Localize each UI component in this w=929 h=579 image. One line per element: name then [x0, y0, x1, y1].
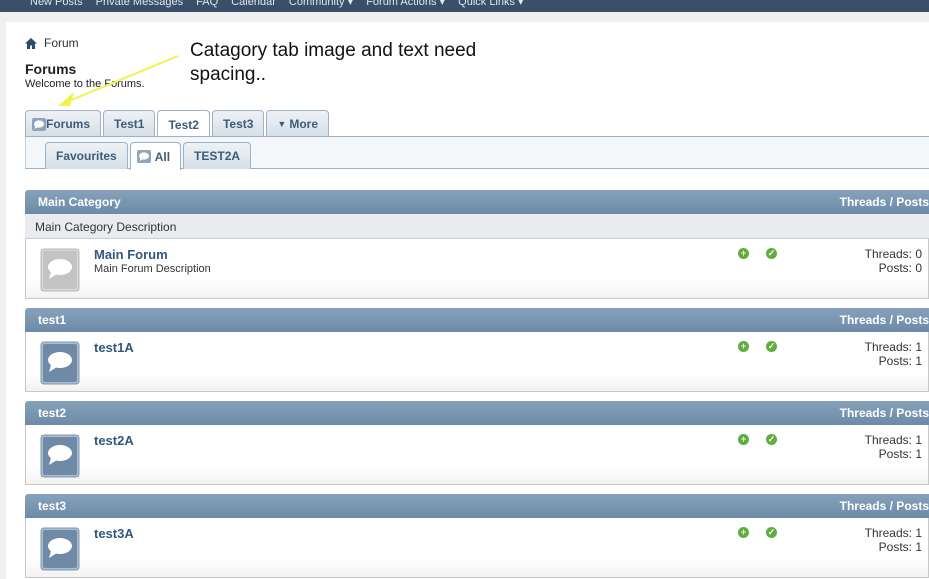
category-header: Main Category Threads / Posts — [25, 190, 929, 214]
category-title[interactable]: test2 — [38, 406, 66, 420]
forum-status-icon — [40, 248, 80, 292]
annotation-line-2: spacing.. — [190, 64, 267, 85]
forum-stats: Threads: 1 Posts: 1 — [865, 433, 922, 461]
category-test3: test3 Threads / Posts test3A + ✓ Threads… — [25, 494, 929, 578]
subtab-all-label: All — [154, 149, 171, 164]
plus-icon[interactable]: + — [738, 434, 749, 445]
category-header: test1 Threads / Posts — [25, 308, 929, 332]
check-icon[interactable]: ✓ — [766, 341, 777, 352]
forum-row: test2A + ✓ Threads: 1 Posts: 1 — [25, 425, 929, 485]
forum-post-count: Posts: 1 — [878, 447, 922, 461]
forum-title-link[interactable]: test1A — [94, 340, 134, 355]
category-threads-posts-header: Threads / Posts — [839, 406, 929, 420]
speech-bubble-icon — [32, 117, 46, 131]
plus-icon[interactable]: + — [738, 248, 749, 259]
forum-row: Main Forum Main Forum Description + ✓ Th… — [25, 239, 929, 299]
category-threads-posts-header: Threads / Posts — [839, 313, 929, 327]
category-test1: test1 Threads / Posts test1A + ✓ Threads… — [25, 308, 929, 392]
forum-title-link[interactable]: test2A — [94, 433, 134, 448]
category-title[interactable]: test3 — [38, 499, 66, 513]
forum-stats: Threads: 1 Posts: 1 — [865, 526, 922, 554]
category-header: test3 Threads / Posts — [25, 494, 929, 518]
forum-thread-count: Threads: 1 — [864, 340, 922, 354]
tab-test1[interactable]: Test1 — [103, 110, 156, 137]
category-title[interactable]: test1 — [38, 313, 66, 327]
welcome-text: Welcome to the Forums. — [25, 78, 145, 90]
tab-more[interactable]: ▼ More — [266, 110, 330, 137]
forum-status-icon — [40, 341, 80, 385]
forum-status-icon — [40, 434, 80, 478]
subtab-test2a-label: TEST2A — [194, 149, 241, 163]
category-description: Main Category Description — [25, 214, 929, 239]
subtab-favourites-label: Favourites — [56, 149, 117, 163]
nav-quick-links[interactable]: Quick Links ▾ — [458, 0, 523, 8]
forum-thread-count: Threads: 1 — [864, 526, 922, 540]
annotation-line-1: Catagory tab image and text need — [190, 40, 477, 61]
tab-more-label: More — [289, 117, 319, 131]
forum-thread-count: Threads: 1 — [864, 433, 922, 447]
tab-test3[interactable]: Test3 — [211, 110, 265, 137]
forum-row: test3A + ✓ Threads: 1 Posts: 1 — [25, 518, 929, 578]
tab-test2-label: Test2 — [168, 117, 199, 132]
subtab-test2a[interactable]: TEST2A — [183, 142, 252, 169]
chevron-down-icon: ▼ — [277, 119, 287, 129]
home-icon[interactable] — [25, 37, 37, 49]
breadcrumb: Forum — [25, 36, 79, 50]
category-threads-posts-header: Threads / Posts — [839, 195, 929, 209]
forum-stats: Threads: 0 Posts: 0 — [865, 247, 922, 275]
nav-faq[interactable]: FAQ — [196, 0, 218, 8]
forum-post-count: Posts: 1 — [878, 354, 922, 368]
tab-test1-label: Test1 — [114, 117, 145, 131]
top-nav-links: New Posts Private Messages FAQ Calendar … — [30, 0, 534, 8]
tab-test2[interactable]: Test2 — [157, 110, 210, 138]
check-icon[interactable]: ✓ — [766, 248, 777, 259]
top-navigation-bar: New Posts Private Messages FAQ Calendar … — [0, 0, 929, 12]
speech-bubble-icon — [136, 150, 151, 163]
nav-calendar[interactable]: Calendar — [231, 0, 276, 8]
tab-forums[interactable]: Forums — [25, 110, 102, 137]
forum-thread-count: Threads: 0 — [864, 247, 922, 261]
plus-icon[interactable]: + — [738, 527, 749, 538]
forum-post-count: Posts: 0 — [878, 261, 922, 275]
tab-forums-label: Forums — [46, 117, 91, 131]
nav-forum-actions[interactable]: Forum Actions ▾ — [366, 0, 445, 8]
subtab-favourites[interactable]: Favourites — [45, 142, 128, 169]
category-threads-posts-header: Threads / Posts — [839, 499, 929, 513]
annotation-note: Catagory tab image and text need spacing… — [190, 39, 550, 87]
forum-post-count: Posts: 1 — [878, 540, 922, 554]
forum-row: test1A + ✓ Threads: 1 Posts: 1 — [25, 332, 929, 392]
sub-tabs: Favourites All TEST2A — [45, 142, 253, 170]
category-title[interactable]: Main Category — [38, 195, 121, 209]
nav-new-posts[interactable]: New Posts — [30, 0, 83, 8]
category-test2: test2 Threads / Posts test2A + ✓ Threads… — [25, 401, 929, 485]
nav-community[interactable]: Community ▾ — [289, 0, 353, 8]
nav-private-messages[interactable]: Private Messages — [96, 0, 183, 8]
category-header: test2 Threads / Posts — [25, 401, 929, 425]
subtab-all[interactable]: All — [129, 142, 182, 170]
check-icon[interactable]: ✓ — [766, 527, 777, 538]
forum-description: Main Forum Description — [94, 263, 211, 275]
page-title: Forums — [25, 61, 77, 77]
plus-icon[interactable]: + — [738, 341, 749, 352]
check-icon[interactable]: ✓ — [766, 434, 777, 445]
category-main: Main Category Threads / Posts Main Categ… — [25, 190, 929, 299]
forum-status-icon — [40, 527, 80, 571]
forum-stats: Threads: 1 Posts: 1 — [865, 340, 922, 368]
tab-test3-label: Test3 — [222, 117, 254, 131]
breadcrumb-forum-link[interactable]: Forum — [44, 36, 79, 50]
category-tabs: Forums Test1 Test2 Test3 ▼ More — [25, 110, 331, 138]
forum-title-link[interactable]: Main Forum — [94, 247, 168, 262]
forum-title-link[interactable]: test3A — [94, 526, 134, 541]
